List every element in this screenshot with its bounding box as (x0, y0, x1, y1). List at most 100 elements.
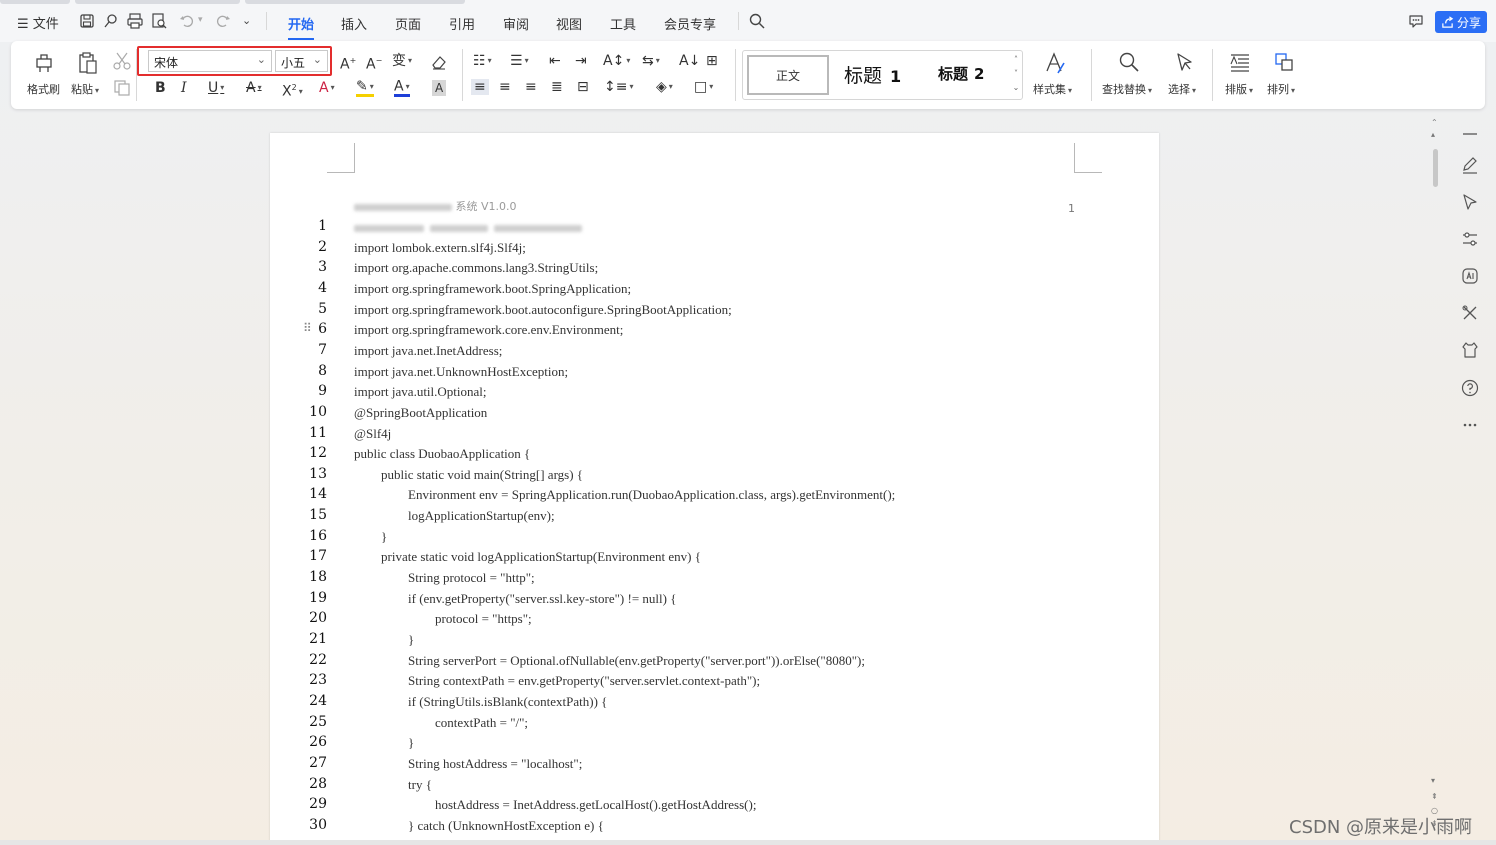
paste-button[interactable]: 粘贴 ▾ (69, 51, 109, 101)
justify-icon[interactable]: ≣ (551, 79, 563, 95)
share-button[interactable]: 分享 (1435, 11, 1487, 33)
code-line[interactable]: hostAddress = InetAddress.getLocalHost()… (435, 797, 756, 813)
code-line[interactable]: import java.net.UnknownHostException; (354, 364, 568, 380)
code-line[interactable]: import java.net.InetAddress; (354, 343, 502, 359)
code-line[interactable]: try { (408, 777, 432, 793)
code-line[interactable]: logApplicationStartup(env); (408, 508, 555, 524)
code-line[interactable]: if (StringUtils.isBlank(contextPath)) { (408, 694, 607, 710)
ai-assistant-icon[interactable] (1460, 266, 1480, 286)
cut-icon[interactable] (112, 51, 132, 71)
align-center-icon[interactable]: ≡ (499, 79, 511, 95)
line-spacing-icon[interactable]: ↕≡ ▾ (604, 79, 633, 95)
layout-button[interactable]: 排版 ▾ (1223, 51, 1263, 101)
code-line[interactable]: import lombok.extern.slf4j.Slf4j; (354, 240, 526, 256)
style-set-button[interactable]: 样式集 ▾ (1031, 51, 1081, 101)
redo-icon[interactable] (214, 12, 232, 30)
code-line[interactable] (354, 219, 588, 235)
code-line[interactable]: } (408, 735, 414, 751)
scroll-up-icon[interactable]: ⌃ (1431, 118, 1438, 127)
copy-icon[interactable] (112, 79, 132, 97)
pen-edit-icon[interactable] (1460, 155, 1480, 175)
undo-dropdown-icon[interactable]: ▾ (198, 15, 203, 25)
tab-tools[interactable]: 工具 (610, 14, 636, 33)
find-replace-button[interactable]: 查找替换 ▾ (1100, 51, 1160, 101)
undo-icon[interactable] (178, 12, 196, 30)
code-line[interactable]: String protocol = "http"; (408, 570, 535, 586)
print-icon[interactable] (126, 12, 144, 30)
code-line[interactable]: private static void logApplicationStartu… (381, 549, 701, 565)
code-line[interactable]: } (408, 632, 414, 648)
char-shading-icon[interactable]: A (432, 80, 447, 96)
more-icon[interactable] (1460, 415, 1480, 435)
style-heading-1[interactable]: 标题 1 (844, 61, 901, 88)
code-line[interactable]: String contextPath = env.getProperty("se… (408, 673, 760, 689)
highlight-color-icon[interactable]: ✎ ▾ (356, 80, 374, 97)
line-break-icon[interactable]: ⇆ ▾ (642, 53, 660, 69)
comment-icon[interactable] (1407, 12, 1425, 30)
more-quick-access-icon[interactable]: ⌄ (242, 14, 251, 27)
code-line[interactable]: import org.apache.commons.lang3.StringUt… (354, 260, 598, 276)
borders-icon[interactable]: □ ▾ (694, 79, 713, 95)
italic-icon[interactable]: I (181, 80, 187, 96)
phonetic-guide-icon[interactable]: 变 ▾ (392, 53, 412, 69)
scrollbar-thumb[interactable] (1433, 149, 1438, 187)
code-line[interactable]: } (381, 529, 387, 545)
numbered-list-icon[interactable]: ☰ ▾ (510, 53, 529, 69)
code-line[interactable]: public class DuobaoApplication { (354, 446, 530, 462)
clear-format-icon[interactable] (430, 53, 448, 71)
code-line[interactable]: import org.springframework.boot.SpringAp… (354, 281, 631, 297)
align-left-icon[interactable]: ≡ (471, 79, 489, 95)
style-normal[interactable]: 正文 (747, 55, 829, 95)
bold-icon[interactable]: B (155, 80, 166, 96)
bullet-list-icon[interactable]: ☷ ▾ (473, 53, 492, 69)
help-icon[interactable] (1460, 378, 1480, 398)
format-painter-button[interactable]: 格式刷 (23, 51, 63, 101)
save-icon[interactable] (78, 12, 96, 30)
tab-member[interactable]: 会员专享 (664, 14, 716, 33)
code-line[interactable]: protocol = "https"; (435, 611, 532, 627)
tab-review[interactable]: 审阅 (503, 14, 529, 33)
code-line[interactable]: } catch (UnknownHostException e) { (408, 818, 604, 834)
show-marks-icon[interactable]: ⊞ (706, 53, 718, 69)
print-preview-icon[interactable] (150, 12, 168, 30)
code-line[interactable]: @SpringBootApplication (354, 405, 487, 421)
tab-references[interactable]: 引用 (449, 14, 475, 33)
strikethrough-icon[interactable]: A ▾ (246, 80, 262, 96)
document-page[interactable]: 系统 V1.0.0 1 ⠿ 1 2 import lombok.extern.slf… (270, 133, 1159, 845)
code-line[interactable]: import java.util.Optional; (354, 384, 487, 400)
grow-font-icon[interactable]: A+ (340, 53, 356, 73)
collapse-panel-icon[interactable] (1460, 124, 1480, 144)
align-right-icon[interactable]: ≡ (525, 79, 537, 95)
code-line[interactable]: String hostAddress = "localhost"; (408, 756, 582, 772)
text-effect-icon[interactable]: A ▾ (319, 80, 335, 96)
shrink-font-icon[interactable]: A− (366, 53, 382, 73)
code-line[interactable]: @Slf4j (354, 426, 391, 442)
file-menu[interactable]: ☰ 文件 (17, 13, 59, 32)
tab-view[interactable]: 视图 (556, 14, 582, 33)
prev-page-icon[interactable]: ⇞ (1431, 792, 1438, 801)
cursor-icon[interactable] (1460, 192, 1480, 212)
scroll-down-arrow-icon[interactable]: ▾ (1431, 776, 1435, 785)
code-line[interactable]: Environment env = SpringApplication.run(… (408, 487, 895, 503)
vertical-scrollbar[interactable]: ⌃ ▴ ▾ ⇞ ○ ⇟ (1429, 116, 1443, 845)
scroll-up-arrow-icon[interactable]: ▴ (1431, 130, 1435, 139)
decrease-indent-icon[interactable]: ⇤ (549, 53, 561, 69)
apparel-icon[interactable] (1460, 340, 1480, 360)
code-line[interactable]: public static void main(String[] args) { (381, 467, 583, 483)
code-line[interactable]: contextPath = "/"; (435, 715, 528, 731)
code-line[interactable]: if (env.getProperty("server.ssl.key-stor… (408, 591, 676, 607)
distributed-icon[interactable]: ⊟ (577, 79, 589, 95)
gallery-scroll[interactable]: ˄ ˅ ⌄ (1011, 53, 1021, 95)
style-heading-2[interactable]: 标题 2 (938, 63, 984, 84)
code-line[interactable]: import org.springframework.core.env.Envi… (354, 322, 623, 338)
code-line[interactable]: import org.springframework.boot.autoconf… (354, 302, 732, 318)
code-line[interactable]: String serverPort = Optional.ofNullable(… (408, 653, 865, 669)
tab-home[interactable]: 开始 (288, 14, 315, 40)
increase-indent-icon[interactable]: ⇥ (575, 53, 587, 69)
arrange-button[interactable]: 排列 ▾ (1265, 51, 1305, 101)
tab-page[interactable]: 页面 (395, 14, 421, 33)
export-icon[interactable] (102, 12, 120, 30)
page-header[interactable]: 系统 V1.0.0 (354, 198, 517, 214)
select-button[interactable]: 选择 ▾ (1166, 51, 1206, 101)
search-icon[interactable] (748, 12, 766, 30)
